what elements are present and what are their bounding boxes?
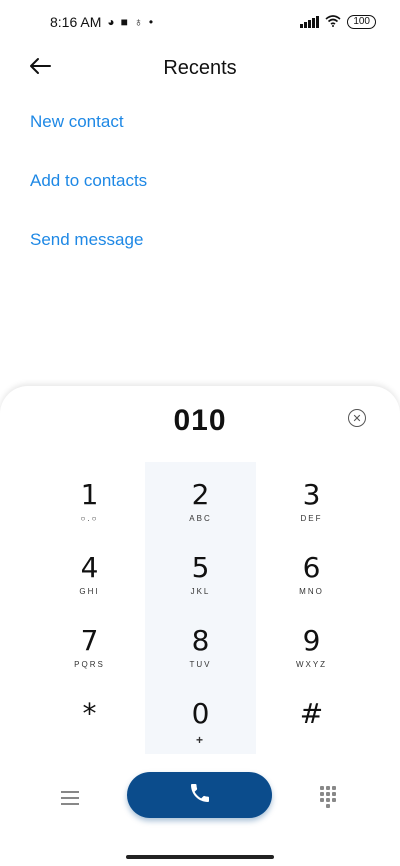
key-star[interactable]: * xyxy=(34,681,145,754)
key-letters: WXYZ xyxy=(295,660,328,669)
status-time: 8:16 AM xyxy=(50,14,102,30)
key-5[interactable]: 5 JKL xyxy=(145,535,256,608)
dialpad-dot xyxy=(332,792,336,796)
data-saver-icon: ◕ xyxy=(107,15,115,29)
key-letters: + xyxy=(195,733,205,747)
key-digit: # xyxy=(299,697,324,730)
key-digit: 7 xyxy=(80,624,99,657)
key-digit: 5 xyxy=(191,551,210,584)
key-letters: ABC xyxy=(189,514,212,523)
key-letters: JKL xyxy=(190,587,211,596)
status-bar: 8:16 AM ◕ ■ ♁ • 100 xyxy=(0,0,400,44)
key-digit: 0 xyxy=(191,697,210,730)
dialer-panel: 010 ✕ 1 ○.○ 2 ABC 3 DEF 4 GHI 5 JKL 6 MN… xyxy=(0,386,400,866)
key-digit: * xyxy=(82,697,97,730)
key-letters: TUV xyxy=(189,660,212,669)
dialpad-dot xyxy=(320,798,324,802)
key-9[interactable]: 9 WXYZ xyxy=(256,608,367,681)
action-list: New contact Add to contacts Send message xyxy=(30,112,147,289)
wifi-icon xyxy=(325,15,341,29)
dialpad-dot xyxy=(326,786,330,790)
status-left: 8:16 AM ◕ ■ ♁ • xyxy=(50,14,153,30)
menu-icon-line xyxy=(61,797,79,799)
key-letters: ○.○ xyxy=(80,514,99,523)
call-button[interactable] xyxy=(127,772,272,818)
dialed-number: 010 xyxy=(173,404,227,437)
key-2[interactable]: 2 ABC xyxy=(145,462,256,535)
square-icon: ■ xyxy=(120,15,128,29)
new-contact-link[interactable]: New contact xyxy=(30,112,147,133)
home-indicator xyxy=(126,855,274,859)
key-hash[interactable]: # xyxy=(256,681,367,754)
key-digit: 6 xyxy=(302,551,321,584)
menu-icon-line xyxy=(61,791,79,793)
clear-circle-icon: ✕ xyxy=(352,412,362,425)
key-digit: 9 xyxy=(302,624,321,657)
keypad: 1 ○.○ 2 ABC 3 DEF 4 GHI 5 JKL 6 MNO 7 PQ… xyxy=(34,462,367,754)
key-digit: 4 xyxy=(80,551,99,584)
key-0[interactable]: 0 + xyxy=(145,681,256,754)
key-letters: PQRS xyxy=(74,660,105,669)
key-letters: GHI xyxy=(79,587,100,596)
key-3[interactable]: 3 DEF xyxy=(256,462,367,535)
page-title: Recents xyxy=(163,56,237,79)
send-message-link[interactable]: Send message xyxy=(30,230,147,251)
dialpad-dot xyxy=(326,798,330,802)
key-6[interactable]: 6 MNO xyxy=(256,535,367,608)
dialpad-dot xyxy=(332,798,336,802)
header: Recents xyxy=(0,44,400,92)
key-digit: 3 xyxy=(302,478,321,511)
key-8[interactable]: 8 TUV xyxy=(145,608,256,681)
dot-icon: • xyxy=(148,15,154,29)
dialpad-dot xyxy=(326,792,330,796)
key-7[interactable]: 7 PQRS xyxy=(34,608,145,681)
key-digit: 8 xyxy=(191,624,210,657)
key-letters: MNO xyxy=(299,587,324,596)
clear-button[interactable]: ✕ xyxy=(348,409,366,427)
key-4[interactable]: 4 GHI xyxy=(34,535,145,608)
status-right: 100 xyxy=(300,15,376,29)
key-digit: 2 xyxy=(191,478,210,511)
add-to-contacts-link[interactable]: Add to contacts xyxy=(30,171,147,192)
assistant-icon: ♁ xyxy=(133,15,143,29)
signal-icon xyxy=(300,16,320,28)
battery-icon: 100 xyxy=(347,15,376,29)
key-letters: DEF xyxy=(300,514,323,523)
keypad-toggle-button[interactable] xyxy=(318,786,338,808)
menu-icon-line xyxy=(61,803,79,805)
dialpad-icon xyxy=(320,786,324,790)
key-digit: 1 xyxy=(80,478,99,511)
dialpad-dot xyxy=(326,804,330,808)
dialpad-dot xyxy=(320,792,324,796)
key-1[interactable]: 1 ○.○ xyxy=(34,462,145,535)
menu-button[interactable] xyxy=(58,788,82,808)
dialpad-dot xyxy=(332,786,336,790)
phone-icon xyxy=(188,781,212,810)
